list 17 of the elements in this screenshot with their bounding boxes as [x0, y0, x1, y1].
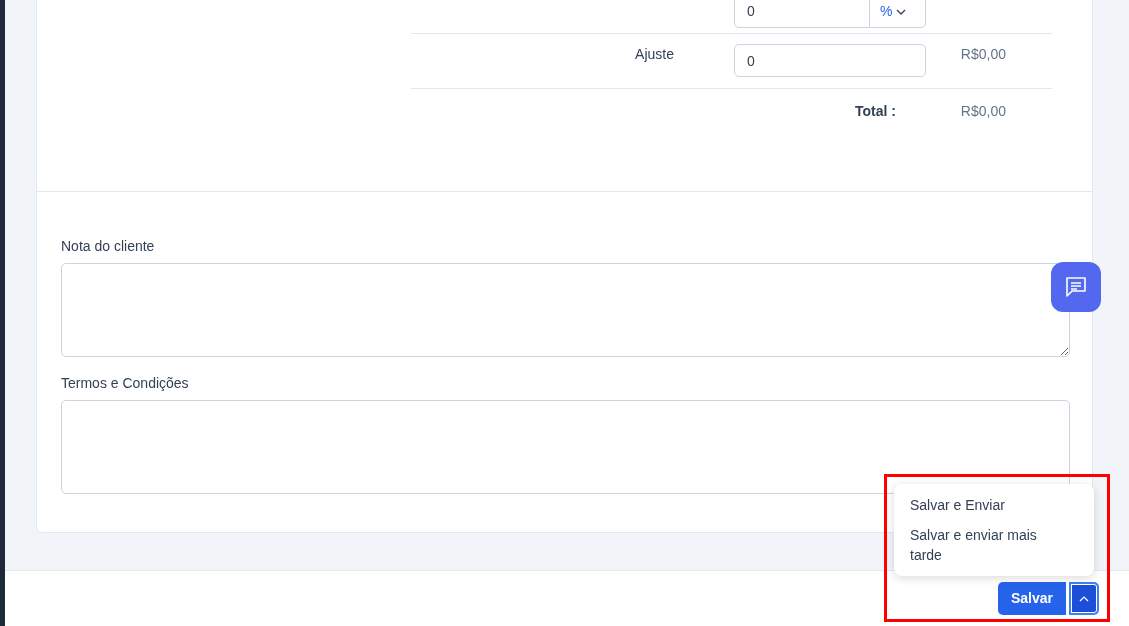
discount-field[interactable]: 0 [734, 0, 870, 28]
field-label: Termos e Condições [61, 374, 190, 393]
unit-dropdown[interactable]: % [870, 0, 926, 28]
caret-icon [1079, 595, 1089, 602]
menu-item[interactable]: Salvar e enviar mais tarde [894, 520, 1094, 570]
chat-button[interactable] [1051, 262, 1101, 312]
amount-text: R$0,00 [959, 102, 1007, 121]
field-label: Nota do cliente [61, 237, 156, 256]
menu-item[interactable]: Salvar e Enviar [894, 490, 1094, 520]
amount-text: R$0,00 [959, 45, 1007, 64]
row-label: Ajuste [634, 45, 675, 64]
chat-icon [1063, 274, 1089, 300]
dropdown-toggle-button[interactable] [1069, 582, 1099, 615]
save-button[interactable]: Salvar [997, 582, 1066, 615]
chevron-down-icon [896, 8, 907, 15]
adjust-field[interactable]: 0 [734, 44, 926, 77]
total-label: Total : [855, 103, 896, 119]
